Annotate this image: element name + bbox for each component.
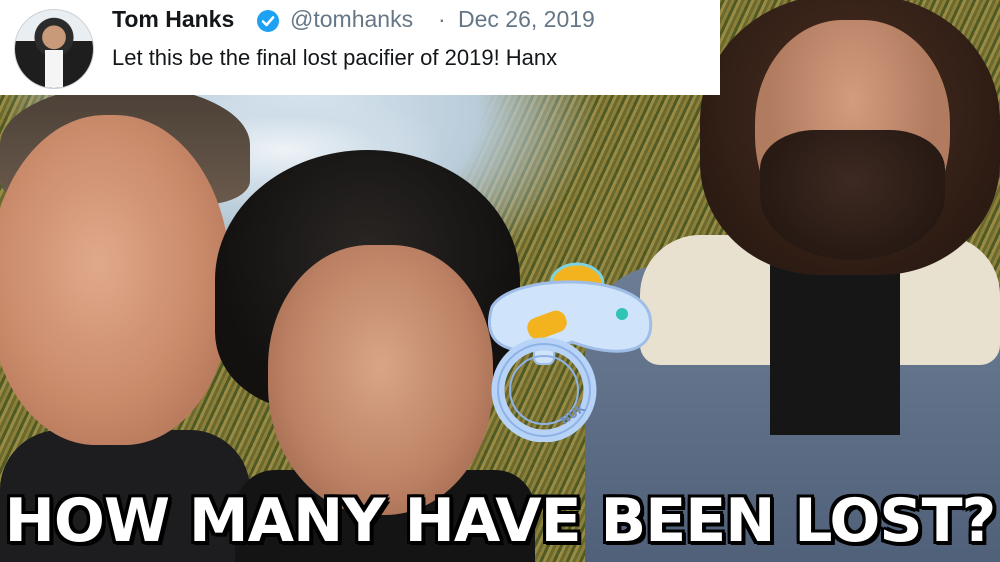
tweet-date[interactable]: Dec 26, 2019 bbox=[458, 6, 595, 33]
tweet-text: Let this be the final lost pacifier of 2… bbox=[112, 45, 558, 70]
tweet-separator: · bbox=[438, 6, 446, 32]
face-middle bbox=[268, 245, 493, 515]
face-left bbox=[0, 115, 230, 445]
avatar[interactable] bbox=[14, 9, 94, 89]
tweet-handle[interactable]: @tomhanks bbox=[290, 6, 413, 33]
tweet-display-name[interactable]: Tom Hanks bbox=[112, 6, 234, 33]
thumbnail-canvas: NUK Tom Hanks @tomhanks · Dec 26, 2019 L… bbox=[0, 0, 1000, 562]
tweet-card: Tom Hanks @tomhanks · Dec 26, 2019 Let t… bbox=[0, 0, 720, 95]
pacifier-icon: NUK bbox=[488, 262, 653, 442]
headline-caption: HOW MANY HAVE BEEN LOST? bbox=[4, 486, 997, 556]
verified-badge-icon bbox=[257, 10, 279, 32]
avatar-shirt bbox=[45, 50, 63, 88]
dark-shirt bbox=[770, 265, 900, 435]
beard bbox=[760, 130, 945, 260]
